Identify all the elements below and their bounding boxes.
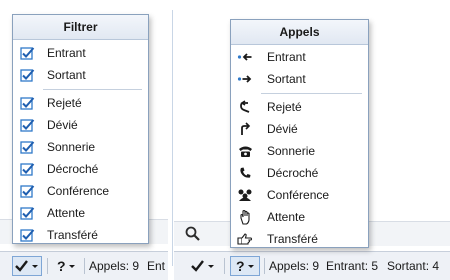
calls-count: Appels: 9	[89, 259, 140, 273]
transfer-hand-icon	[237, 231, 253, 247]
rejected-arrow-icon	[237, 99, 253, 115]
svg-text:?: ?	[236, 258, 245, 274]
toolbar-separator	[47, 258, 48, 274]
menu-item-transfere[interactable]: Transféré	[231, 228, 368, 250]
checkbox-checked-icon	[19, 45, 35, 61]
menu-item-sonnerie[interactable]: Sonnerie	[231, 140, 368, 162]
menu-item-devie[interactable]: Dévié	[231, 118, 368, 140]
menu-item-label: Transféré	[267, 232, 318, 246]
toolbar-separator	[224, 258, 225, 274]
menu-item-decroche[interactable]: Décroché	[13, 158, 148, 180]
checkbox-checked-icon	[19, 139, 35, 155]
checkbox-checked-icon	[19, 161, 35, 177]
incoming-arrow-icon	[237, 49, 253, 65]
checkmark-dropdown-icon	[15, 260, 38, 272]
filter-menu: Filtrer Entrant Sortant Rejeté Dévié Sonner…	[12, 14, 149, 244]
menu-item-label: Attente	[47, 206, 86, 220]
menu-item-attente[interactable]: Attente	[13, 202, 148, 224]
menu-item-rejete[interactable]: Rejeté	[231, 96, 368, 118]
menu-item-label: Dévié	[47, 118, 78, 132]
filter-button[interactable]	[12, 256, 42, 276]
checkbox-checked-icon	[19, 67, 35, 83]
checkmark-dropdown-icon	[191, 260, 214, 272]
menu-item-label: Rejeté	[47, 96, 82, 110]
menu-item-sonnerie[interactable]: Sonnerie	[13, 136, 148, 158]
menu-item-label: Entrant	[47, 46, 86, 60]
telephone-icon	[237, 143, 253, 159]
left-panel: ? Appels: 9 Ent Filtrer Entrant Sortant R…	[0, 0, 168, 280]
menu-item-label: Sortant	[267, 72, 306, 86]
search-icon	[185, 226, 200, 241]
incoming-count: Entrant: 5	[326, 259, 379, 273]
checkbox-checked-icon	[19, 117, 35, 133]
menu-item-attente[interactable]: Attente	[231, 206, 368, 228]
outgoing-count: Sortant: 4	[387, 259, 440, 273]
checkbox-checked-icon	[19, 227, 35, 243]
menu-item-label: Sonnerie	[47, 140, 96, 154]
menu-item-label: Sonnerie	[267, 144, 316, 158]
menu-item-label: Décroché	[267, 166, 319, 180]
diverted-arrow-icon	[237, 121, 253, 137]
filter-button[interactable]	[188, 256, 218, 276]
calls-menu: Appels Entrant Sortant Rejeté Dévié Sonneri…	[230, 19, 369, 248]
checkbox-checked-icon	[19, 205, 35, 221]
calls-menu-button[interactable]: ?	[230, 256, 260, 276]
menu-item-label: Décroché	[47, 162, 99, 176]
help-button[interactable]: ?	[52, 256, 80, 276]
menu-item-rejete[interactable]: Rejeté	[13, 92, 148, 114]
menu-item-conference[interactable]: Conférence	[13, 180, 148, 202]
handset-icon	[237, 165, 253, 181]
conference-group-icon	[237, 187, 253, 203]
checkbox-checked-icon	[19, 183, 35, 199]
incoming-count: Ent	[147, 259, 166, 273]
menu-item-decroche[interactable]: Décroché	[231, 162, 368, 184]
search-button[interactable]	[184, 225, 202, 243]
menu-separator	[43, 89, 142, 90]
menu-item-label: Conférence	[267, 188, 330, 202]
status-bar: ? Appels: 9 Entrant: 5 Sortant: 4	[174, 251, 450, 280]
checkbox-checked-icon	[19, 95, 35, 111]
menu-item-conference[interactable]: Conférence	[231, 184, 368, 206]
calls-menu-title: Appels	[231, 20, 368, 45]
menu-item-label: Sortant	[47, 68, 86, 82]
menu-item-entrant[interactable]: Entrant	[13, 42, 148, 64]
menu-item-label: Rejeté	[267, 100, 302, 114]
menu-item-entrant[interactable]: Entrant	[231, 46, 368, 68]
menu-item-devie[interactable]: Dévié	[13, 114, 148, 136]
menu-item-label: Entrant	[267, 50, 306, 64]
question-dropdown-icon: ?	[57, 258, 75, 274]
toolbar-separator	[84, 258, 85, 274]
question-dropdown-icon: ?	[236, 258, 254, 274]
toolbar-separator	[264, 258, 265, 274]
menu-item-label: Conférence	[47, 184, 110, 198]
status-bar: ? Appels: 9 Ent	[0, 251, 168, 280]
menu-item-label: Attente	[267, 210, 306, 224]
calls-count: Appels: 9	[269, 259, 320, 273]
svg-text:?: ?	[57, 258, 66, 274]
menu-item-transfere[interactable]: Transféré	[13, 224, 148, 246]
menu-item-label: Transféré	[47, 228, 98, 242]
menu-separator	[261, 93, 362, 94]
menu-item-label: Dévié	[267, 122, 298, 136]
outgoing-arrow-icon	[237, 71, 253, 87]
menu-item-sortant[interactable]: Sortant	[231, 68, 368, 90]
filter-menu-title: Filtrer	[13, 15, 148, 40]
hold-hand-icon	[237, 209, 253, 225]
right-panel: ? Appels: 9 Entrant: 5 Sortant: 4 Appels…	[174, 0, 450, 280]
menu-item-sortant[interactable]: Sortant	[13, 64, 148, 86]
